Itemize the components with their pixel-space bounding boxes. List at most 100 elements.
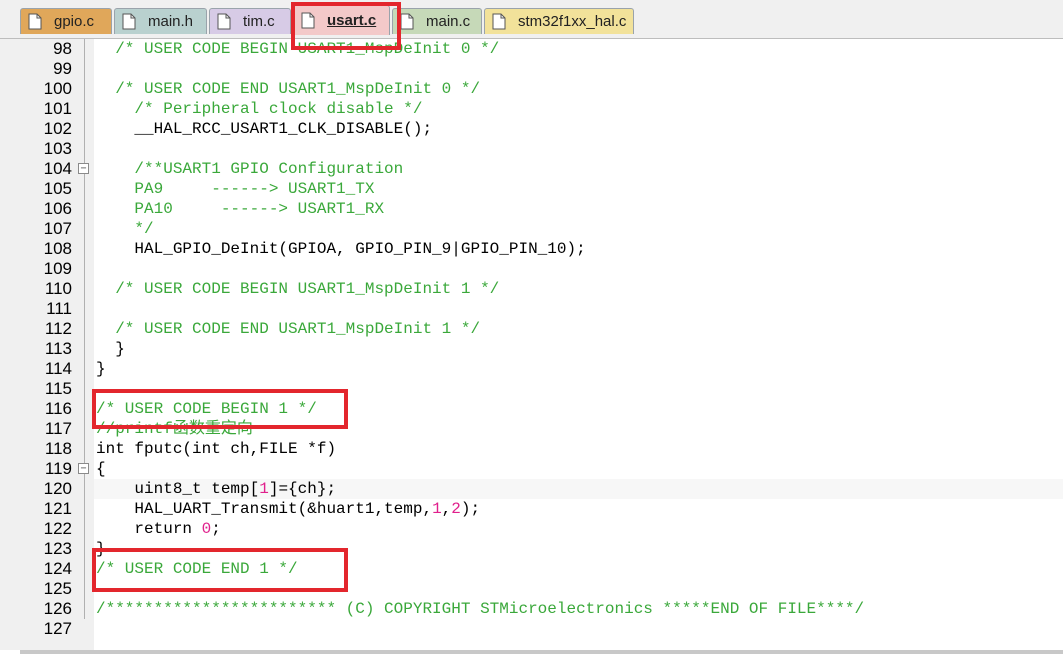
code-token: , xyxy=(441,500,452,518)
code-text: /* Peripheral clock disable */ xyxy=(96,99,422,119)
code-text: __HAL_RCC_USART1_CLK_DISABLE(); xyxy=(96,119,432,139)
line-number: 123 xyxy=(43,539,72,558)
code-line: 123} xyxy=(0,539,1063,559)
line-number: 108 xyxy=(43,239,72,258)
code-token: int fputc(int ch,FILE *f) xyxy=(96,440,337,458)
line-number: 110 xyxy=(44,279,72,298)
comment-token: /* USER CODE END USART1_MspDeInit 1 */ xyxy=(96,320,481,338)
comment-token: */ xyxy=(96,220,154,238)
fold-toggle-icon[interactable]: − xyxy=(78,463,89,474)
code-token: ]={ch}; xyxy=(268,480,337,498)
code-text: PA9 ------> USART1_TX xyxy=(96,179,374,199)
code-token: } xyxy=(96,360,106,378)
comment-token: PA9 ------> USART1_TX xyxy=(96,180,375,198)
line-number: 105 xyxy=(43,179,72,198)
line-number: 120 xyxy=(43,479,72,498)
line-number: 113 xyxy=(44,339,72,358)
code-line: 104− /**USART1 GPIO Configuration xyxy=(0,159,1063,179)
tab-main-c[interactable]: main.c xyxy=(392,8,482,34)
code-text: /* USER CODE BEGIN USART1_MspDeInit 1 */ xyxy=(96,279,499,299)
file-icon xyxy=(122,13,136,30)
code-line: 115 xyxy=(0,379,1063,399)
code-line: 118 int fputc(int ch,FILE *f) xyxy=(0,439,1063,459)
code-line: 107 */ xyxy=(0,219,1063,239)
comment-token: /* USER CODE BEGIN USART1_MspDeInit 0 */ xyxy=(96,40,500,58)
fold-toggle-icon[interactable]: − xyxy=(78,163,89,174)
line-number: 126 xyxy=(43,599,72,618)
editor-tab-bar: gpio.c main.h tim.c usart.c main.c stm32f1xx_… xyxy=(0,0,1063,39)
tab-gpio-c[interactable]: gpio.c xyxy=(20,8,112,34)
tab-label: main.c xyxy=(426,13,471,30)
code-line: 114} xyxy=(0,359,1063,379)
code-text: /************************ (C) COPYRIGHT … xyxy=(96,599,864,619)
file-icon xyxy=(217,13,231,30)
number-token: 0 xyxy=(201,520,212,538)
code-line: 127 xyxy=(0,619,1063,639)
comment-token: /* USER CODE BEGIN USART1_MspDeInit 1 */ xyxy=(96,280,500,298)
tab-tim-c[interactable]: tim.c xyxy=(209,8,291,34)
code-line: 108 HAL_GPIO_DeInit(GPIOA, GPIO_PIN_9|GP… xyxy=(0,239,1063,259)
code-token: __HAL_RCC_USART1_CLK_DISABLE(); xyxy=(96,120,433,138)
line-number: 122 xyxy=(43,519,72,538)
line-number: 117 xyxy=(44,419,72,438)
line-number: 99 xyxy=(53,59,72,78)
number-token: 1 xyxy=(432,500,442,518)
comment-token: /**USART1 GPIO Configuration xyxy=(96,160,404,178)
code-token: return xyxy=(96,520,202,538)
horizontal-scrollbar[interactable] xyxy=(20,650,1063,654)
code-line: 99 xyxy=(0,59,1063,79)
line-number: 127 xyxy=(43,619,72,638)
code-text: */ xyxy=(96,219,154,239)
code-line: 124 /* USER CODE END 1 */ xyxy=(0,559,1063,579)
tab-label: main.h xyxy=(148,13,194,30)
line-number: 102 xyxy=(43,119,72,138)
code-line: 116 /* USER CODE BEGIN 1 */ xyxy=(0,399,1063,419)
tab-label: usart.c xyxy=(327,12,377,29)
code-line: 120 uint8_t temp[1]={ch}; xyxy=(0,479,1063,499)
code-line: 101 /* Peripheral clock disable */ xyxy=(0,99,1063,119)
line-number: 119 xyxy=(44,459,72,478)
comment-token: //printf函数重定向 xyxy=(96,420,253,438)
code-text: /* USER CODE END USART1_MspDeInit 0 */ xyxy=(96,79,480,99)
code-text: } xyxy=(96,539,106,559)
code-text: HAL_UART_Transmit(&huart1,temp,1,2); xyxy=(96,499,480,519)
tab-label: gpio.c xyxy=(54,13,95,30)
code-line: 125 xyxy=(0,579,1063,599)
code-line: 117 //printf函数重定向 xyxy=(0,419,1063,439)
code-text: //printf函数重定向 xyxy=(96,419,253,439)
code-line: 113 } xyxy=(0,339,1063,359)
code-text: int fputc(int ch,FILE *f) xyxy=(96,439,336,459)
code-token: } xyxy=(96,540,106,558)
line-number: 124 xyxy=(43,559,72,578)
code-line: 122 return 0; xyxy=(0,519,1063,539)
code-token: uint8_t temp[ xyxy=(96,480,260,498)
code-token: } xyxy=(96,340,125,358)
comment-token: /* USER CODE END USART1_MspDeInit 0 */ xyxy=(96,80,481,98)
code-line: 102 __HAL_RCC_USART1_CLK_DISABLE(); xyxy=(0,119,1063,139)
number-token: 2 xyxy=(451,500,461,518)
line-number: 111 xyxy=(46,299,72,318)
tab-main-h[interactable]: main.h xyxy=(114,8,207,34)
tab-usart-c[interactable]: usart.c xyxy=(293,5,390,35)
code-text: { xyxy=(96,459,106,479)
code-line: 98 /* USER CODE BEGIN USART1_MspDeInit 0… xyxy=(0,39,1063,59)
comment-token: /************************ (C) COPYRIGHT … xyxy=(96,600,865,618)
tab-stm32f1xx-hal-c[interactable]: stm32f1xx_hal.c xyxy=(484,8,634,34)
code-line: 112 /* USER CODE END USART1_MspDeInit 1 … xyxy=(0,319,1063,339)
code-line: 110 /* USER CODE BEGIN USART1_MspDeInit … xyxy=(0,279,1063,299)
file-icon xyxy=(28,13,42,30)
code-text: /* USER CODE BEGIN 1 */ xyxy=(96,399,317,419)
code-text: HAL_GPIO_DeInit(GPIOA, GPIO_PIN_9|GPIO_P… xyxy=(96,239,585,259)
line-number: 116 xyxy=(44,399,72,418)
line-number: 125 xyxy=(43,579,72,598)
code-text: uint8_t temp[1]={ch}; xyxy=(96,479,336,499)
code-line: 111 xyxy=(0,299,1063,319)
comment-token: PA10 ------> USART1_RX xyxy=(96,200,385,218)
line-number: 106 xyxy=(43,199,72,218)
file-icon xyxy=(301,12,315,29)
code-token: HAL_UART_Transmit(&huart1,temp, xyxy=(96,500,433,518)
code-line: 109 xyxy=(0,259,1063,279)
code-text: /* USER CODE BEGIN USART1_MspDeInit 0 */ xyxy=(96,39,499,59)
line-number: 101 xyxy=(43,99,72,118)
code-line: 119−{ xyxy=(0,459,1063,479)
